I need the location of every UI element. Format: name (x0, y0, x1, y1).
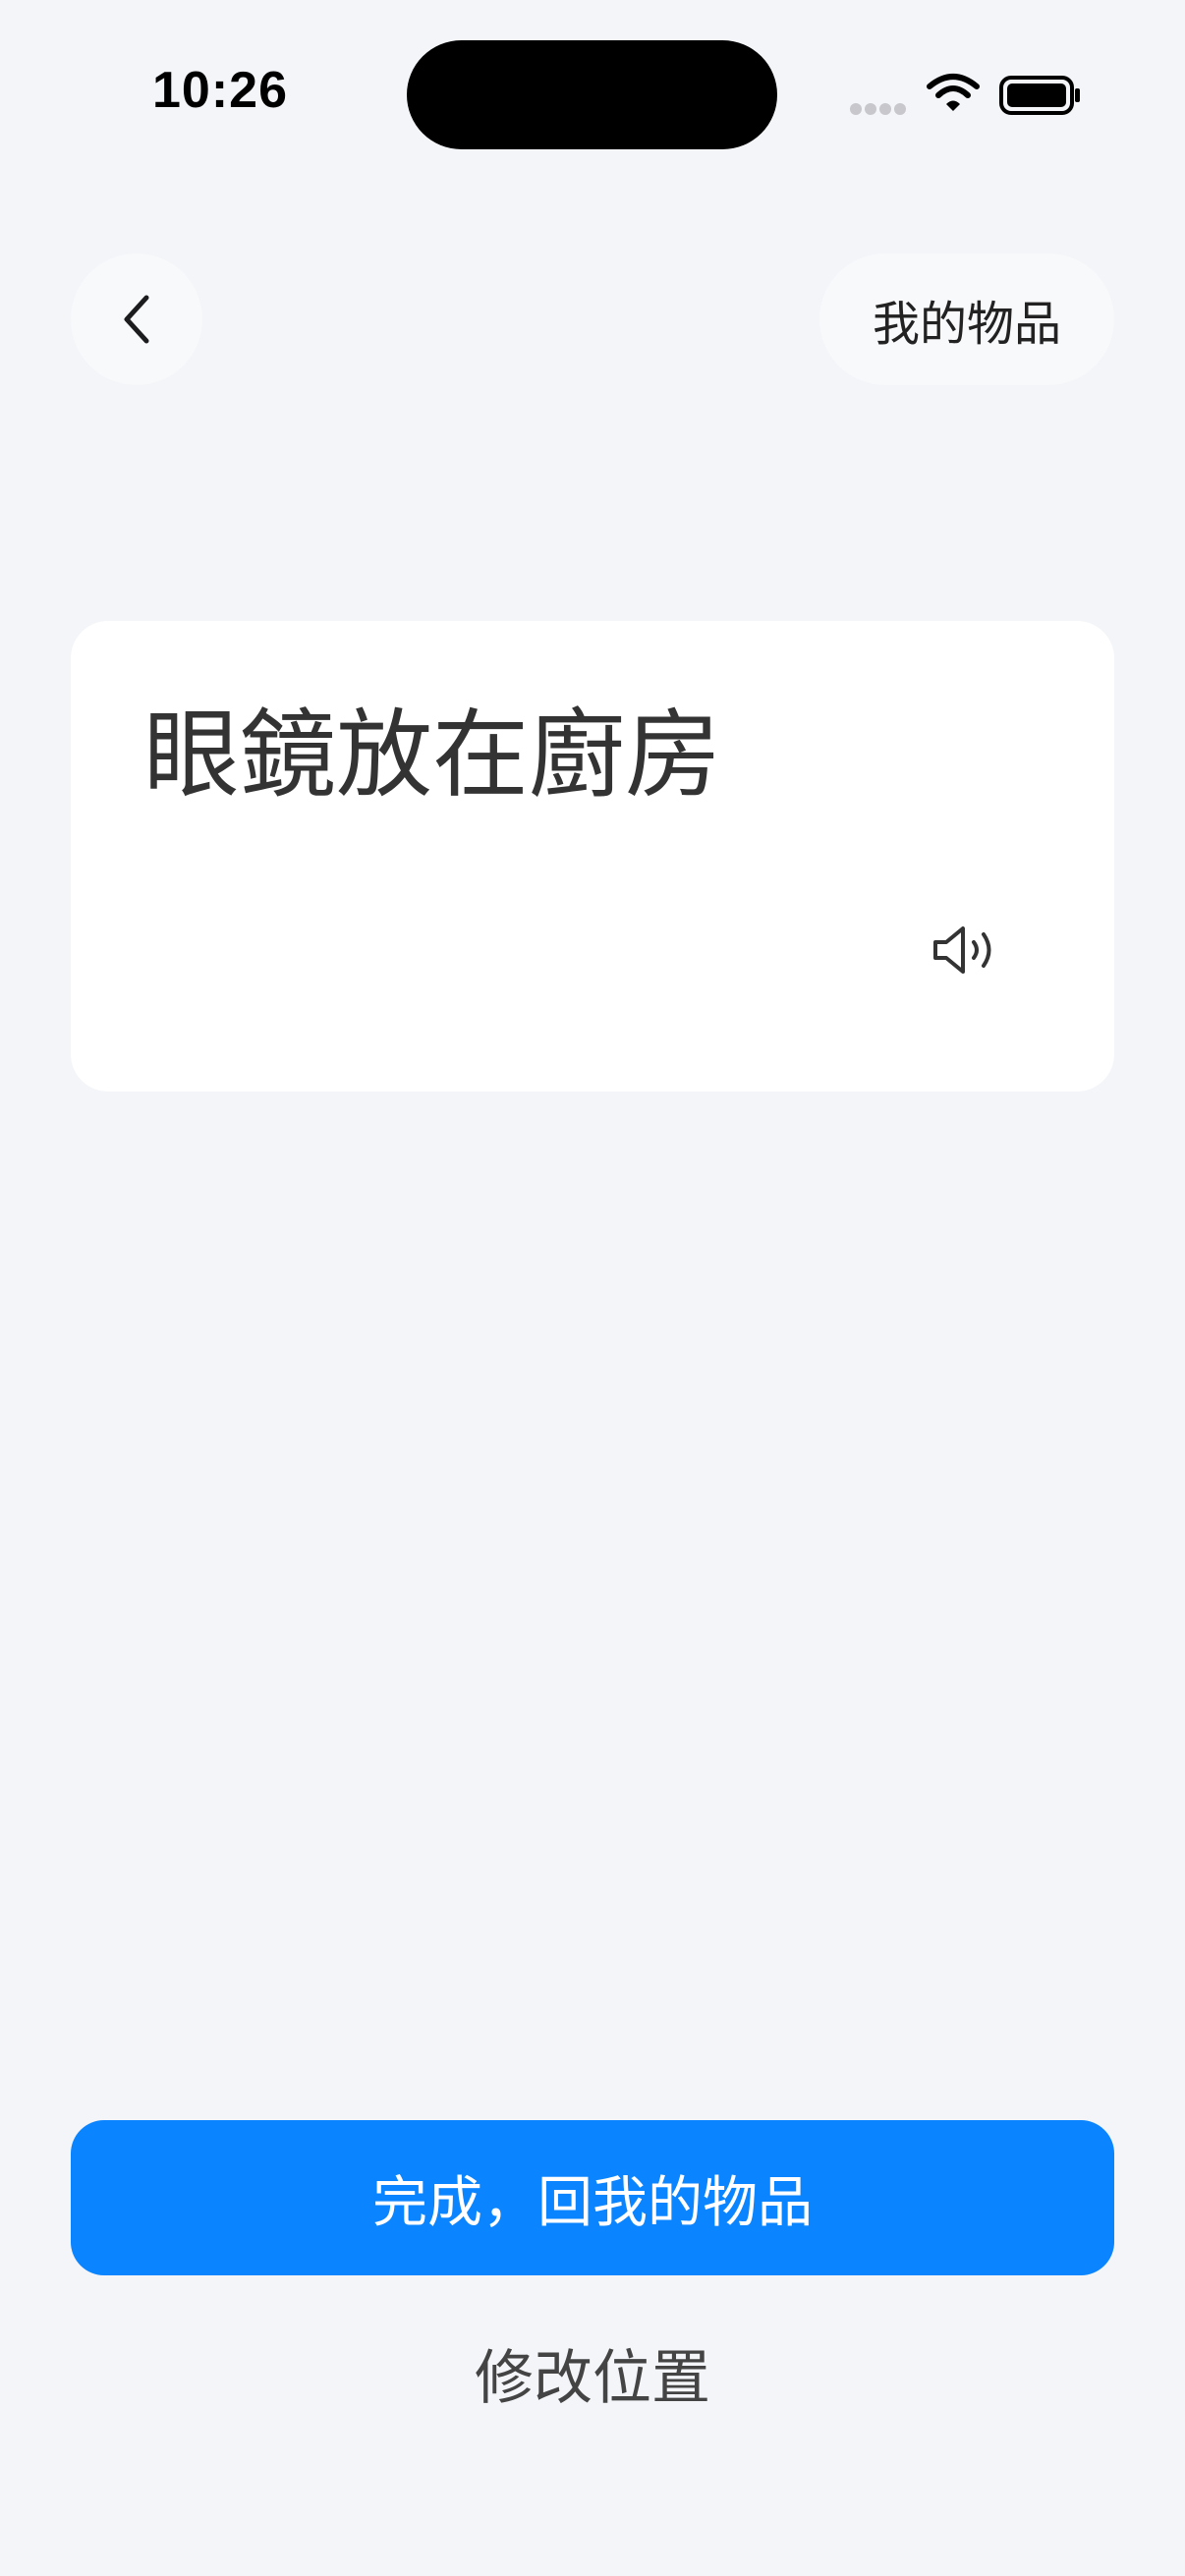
back-button[interactable] (71, 253, 202, 385)
cellular-signal-icon (850, 103, 906, 115)
speaker-icon (933, 926, 991, 974)
my-items-button[interactable]: 我的物品 (819, 253, 1114, 385)
status-time: 10:26 (152, 62, 288, 119)
dynamic-island (407, 40, 777, 149)
item-location-text: 眼鏡放在廚房 (143, 700, 722, 812)
wifi-icon (927, 74, 980, 111)
speak-button[interactable] (928, 916, 1002, 984)
done-back-to-my-items-button[interactable]: 完成，回我的物品 (71, 2120, 1114, 2275)
chevron-left-icon (124, 295, 149, 344)
edit-location-link[interactable]: 修改位置 (396, 2333, 789, 2413)
location-card: 眼鏡放在廚房 (71, 621, 1114, 1092)
battery-icon (999, 76, 1080, 115)
